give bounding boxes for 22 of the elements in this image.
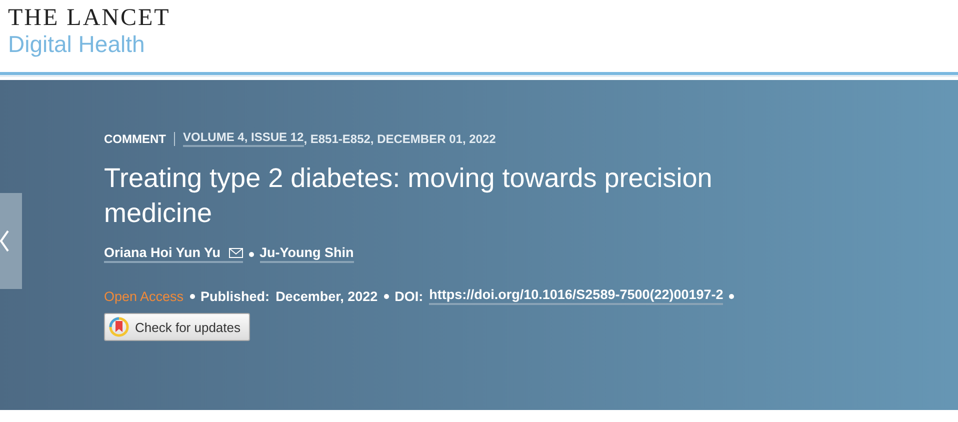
separator-dot	[384, 294, 389, 298]
published-label: Published:	[200, 288, 270, 304]
article-type: COMMENT	[104, 132, 166, 146]
issue-link[interactable]: VOLUME 4, ISSUE 12	[183, 130, 304, 147]
logo-subtitle: Digital Health	[8, 30, 145, 58]
issue-details: , E851-E852, DECEMBER 01, 2022	[304, 132, 496, 146]
previous-button[interactable]	[0, 193, 22, 289]
access-label: Open Access	[104, 288, 184, 304]
separator-dot	[729, 294, 734, 298]
author-link[interactable]: Oriana Hoi Yun Yu	[104, 245, 243, 263]
doi-label: DOI:	[394, 288, 424, 304]
check-updates-button[interactable]: Check for updates	[104, 313, 250, 341]
separator-dot	[190, 294, 195, 298]
article-title: Treating type 2 diabetes: moving towards precision medicine	[104, 162, 714, 230]
author-link[interactable]: Ju-Young Shin	[260, 245, 354, 263]
email-icon	[228, 248, 243, 258]
chevron-left-icon	[0, 229, 10, 253]
doi-link[interactable]: https://doi.org/10.1016/S2589-7500(22)00197-2	[429, 287, 724, 305]
logo-title: THE LANCET	[8, 6, 170, 30]
published-date: December, 2022	[276, 288, 378, 304]
separator-dot	[248, 252, 254, 256]
bookmark-icon	[109, 317, 129, 337]
